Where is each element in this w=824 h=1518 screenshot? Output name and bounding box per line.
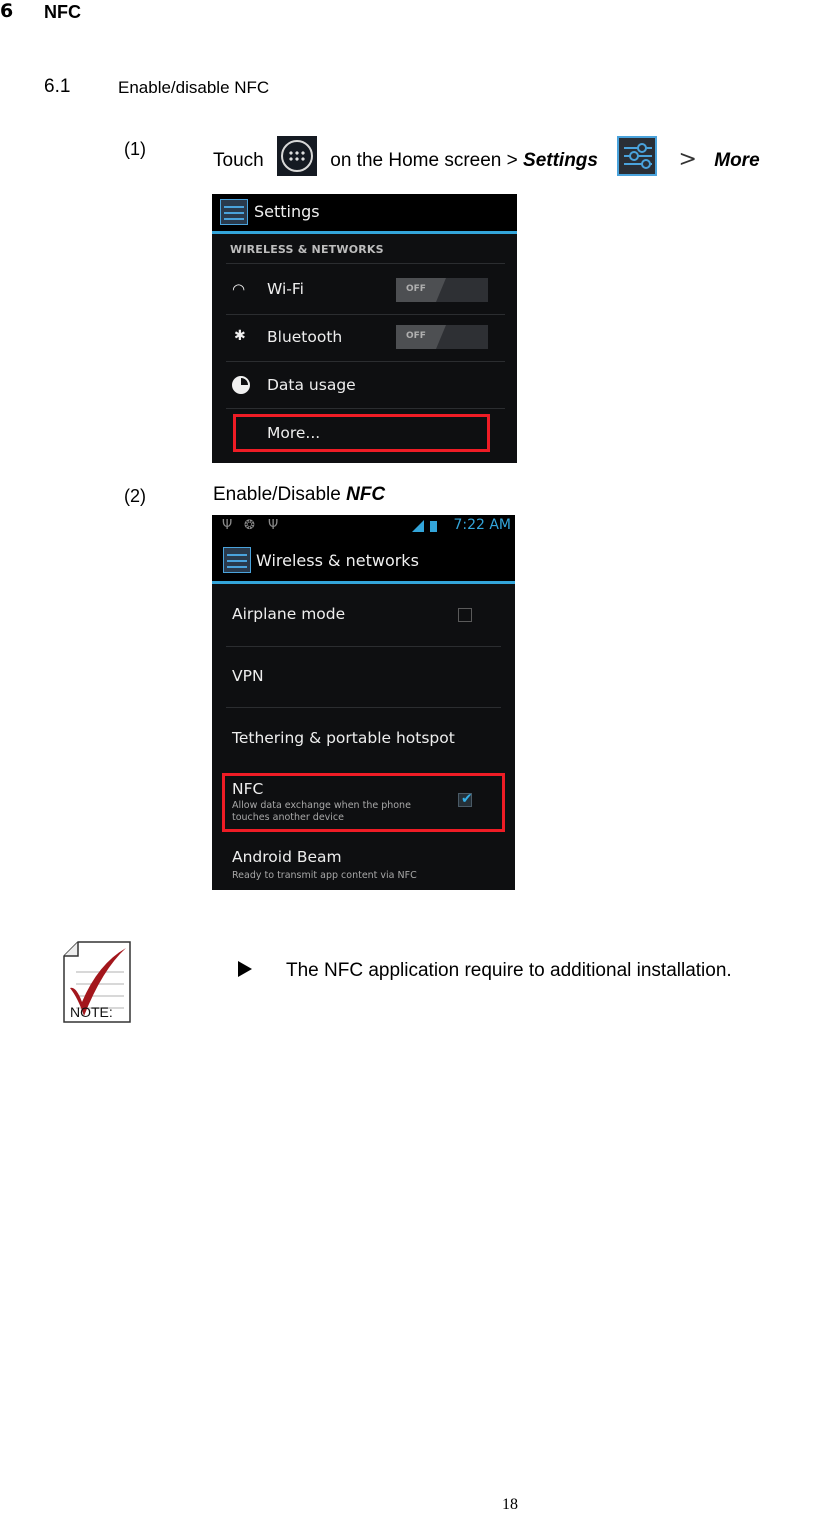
- vpn-label: VPN: [232, 667, 264, 685]
- bluetooth-label: Bluetooth: [267, 328, 343, 346]
- tethering-label: Tethering & portable hotspot: [232, 729, 455, 747]
- airplane-mode-label: Airplane mode: [232, 605, 346, 623]
- status-time: 7:22 AM: [453, 517, 511, 533]
- android-beam-label: Android Beam: [232, 848, 342, 866]
- step-1-settings: Settings: [523, 150, 598, 171]
- note-label: NOTE:: [70, 1004, 113, 1020]
- note-text: The NFC application require to additiona…: [286, 960, 732, 981]
- more-label: More...: [267, 424, 321, 442]
- step-2-number: (2): [124, 486, 146, 506]
- nfc-label: NFC: [232, 780, 264, 798]
- wifi-toggle-state: OFF: [406, 284, 426, 294]
- page-number: 18: [502, 1496, 518, 1513]
- step-1-touch: Touch: [213, 150, 264, 171]
- section-wireless-networks: WIRELESS & NETWORKS: [230, 243, 384, 256]
- apps-launcher-icon: [276, 136, 317, 176]
- usb-icon-2: Ψ: [268, 518, 279, 533]
- data-usage-icon: [232, 376, 250, 394]
- wifi-icon: ◠: [232, 280, 246, 298]
- wifi-label: Wi-Fi: [267, 280, 304, 298]
- nfc-description: Allow data exchange when the phone touch…: [232, 800, 411, 823]
- nfc-checkbox[interactable]: ✔: [458, 791, 473, 807]
- settings-app-icon: [223, 547, 251, 573]
- heading-number: 6: [0, 0, 14, 22]
- bullet-triangle-icon: [238, 961, 252, 977]
- bluetooth-toggle-state: OFF: [406, 331, 426, 341]
- usb-icon: Ψ: [222, 518, 233, 533]
- checkmark-icon: ✔: [461, 791, 473, 807]
- step-2-nfc: NFC: [346, 484, 386, 505]
- data-usage-label: Data usage: [267, 376, 356, 394]
- settings-icon: [617, 136, 658, 176]
- step-2-enable-disable: Enable/Disable: [213, 484, 341, 505]
- bluetooth-icon: ✱: [234, 328, 246, 344]
- wireless-networks-title: Wireless & networks: [256, 551, 419, 570]
- settings-app-icon: [220, 199, 248, 225]
- step-1-middle: on the Home screen >: [330, 150, 518, 171]
- step-1-number: (1): [124, 139, 146, 159]
- step-2-text: Enable/Disable NFC: [213, 484, 385, 506]
- subheading-title: Enable/disable NFC: [118, 78, 270, 97]
- wifi-toggle[interactable]: OFF: [396, 278, 488, 302]
- bluetooth-toggle[interactable]: OFF: [396, 325, 488, 349]
- step-1-more: More: [714, 150, 760, 171]
- step-1-separator: >: [678, 147, 697, 172]
- signal-icon: [412, 520, 424, 532]
- airplane-mode-checkbox[interactable]: [458, 608, 472, 622]
- subheading-number: 6.1: [44, 76, 71, 97]
- settings-screenshot: Settings WIRELESS & NETWORKS ◠ Wi-Fi OFF…: [212, 194, 517, 463]
- wireless-networks-screenshot: Ψ ❂ Ψ 7:22 AM Wireless & networks Airpla…: [212, 515, 515, 890]
- settings-title: Settings: [254, 202, 320, 221]
- battery-icon: [430, 521, 437, 532]
- android-debug-icon: ❂: [244, 518, 255, 533]
- step-1-text: Touch on the Home screen > Settings > Mo…: [213, 136, 760, 176]
- heading-title: NFC: [44, 2, 81, 22]
- android-beam-description: Ready to transmit app content via NFC: [232, 870, 417, 881]
